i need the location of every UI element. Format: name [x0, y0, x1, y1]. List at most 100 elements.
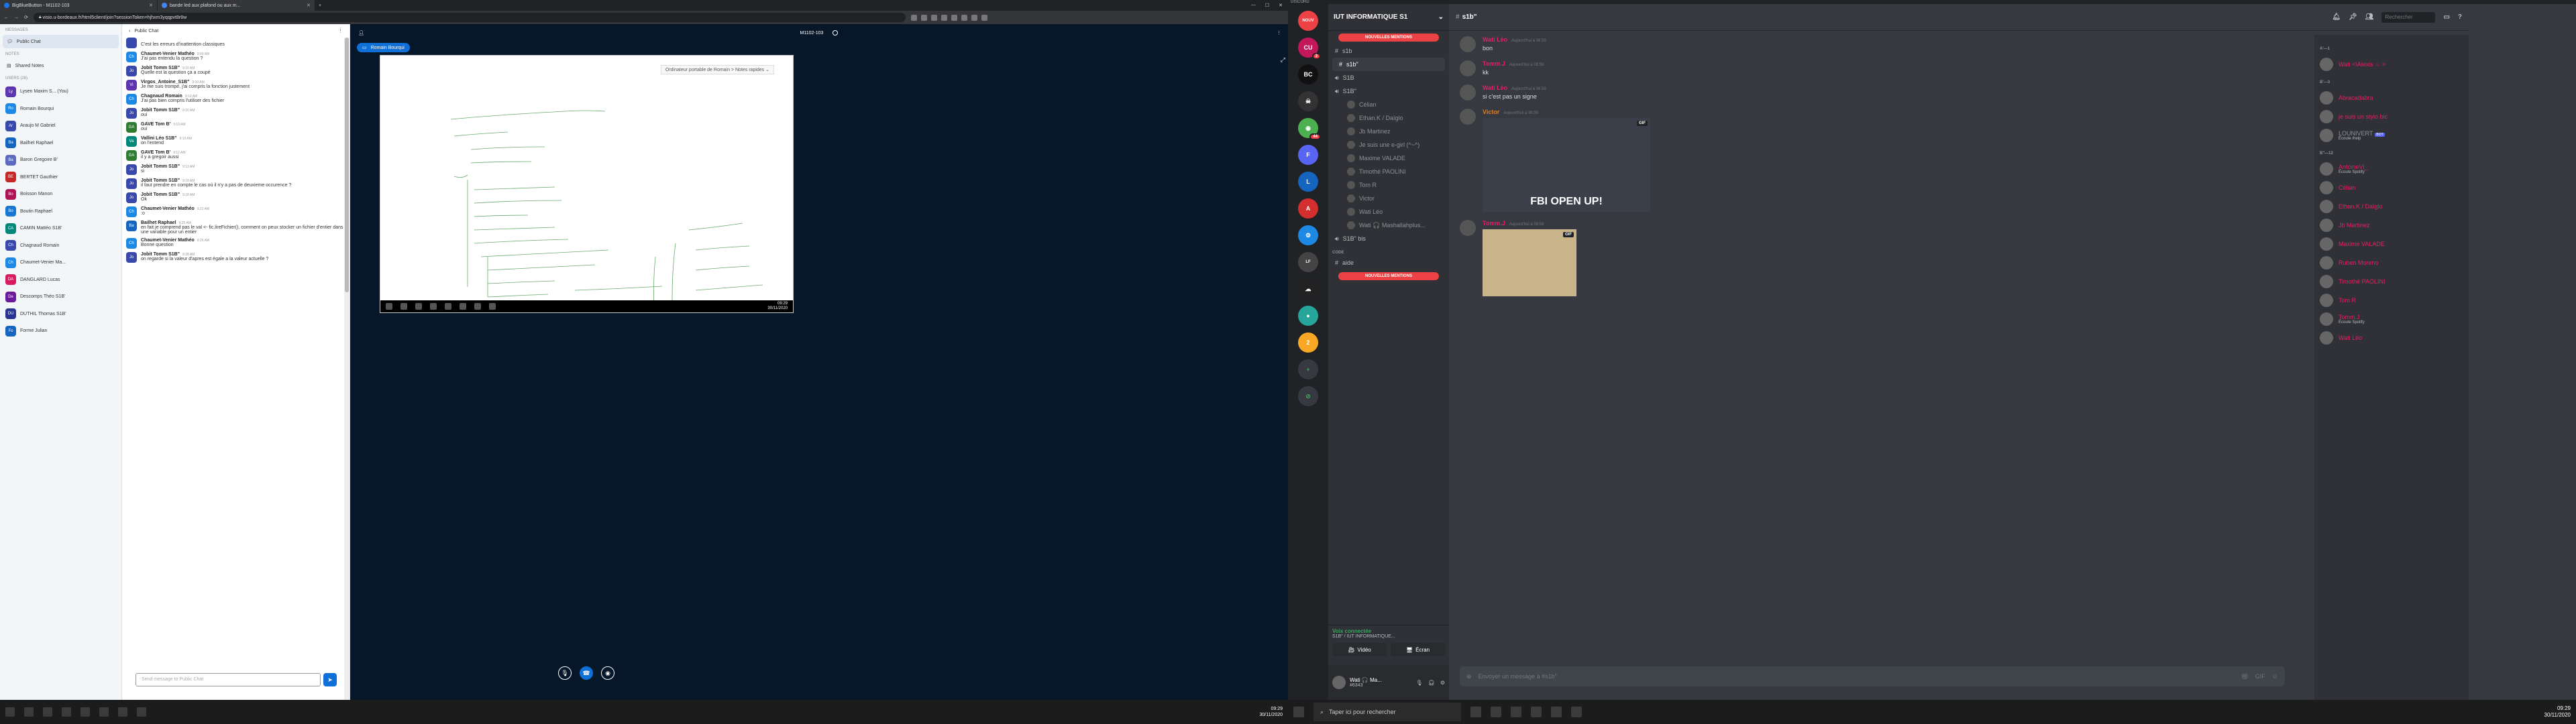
- member-item[interactable]: Ethan.K / Daïglo: [2320, 197, 2463, 216]
- user-icon[interactable]: 👤︎: [358, 30, 364, 36]
- avatar[interactable]: [1460, 60, 1476, 76]
- fullscreen-icon[interactable]: ⤢: [1281, 56, 1285, 64]
- channel-aide[interactable]: # aide: [1328, 256, 1449, 269]
- user-list-item[interactable]: BE BERTET Gauthier: [0, 169, 121, 186]
- user-list-item[interactable]: Ch Chagnaud Romain: [0, 237, 121, 255]
- server-icon[interactable]: ☁: [1298, 279, 1318, 299]
- member-item[interactable]: Timothé PAOLINI: [2320, 272, 2463, 291]
- author-name[interactable]: Wati Léo: [1483, 84, 1507, 91]
- send-button[interactable]: ➤: [323, 673, 337, 686]
- member-item[interactable]: AntoineVi_ Écoute Spotify: [2320, 160, 2463, 178]
- app-icon[interactable]: [1571, 707, 1582, 717]
- task-view-icon[interactable]: [43, 707, 52, 717]
- author-name[interactable]: Tomm.J: [1483, 220, 1505, 227]
- headphones-icon[interactable]: 🎧︎: [1428, 680, 1435, 686]
- avatar[interactable]: [1460, 220, 1476, 236]
- leave-audio-button[interactable]: ☎︎: [580, 666, 593, 680]
- member-item[interactable]: Jb Martinez: [2320, 216, 2463, 235]
- avatar[interactable]: [1460, 36, 1476, 52]
- extension-icon[interactable]: [941, 14, 947, 21]
- voice-user[interactable]: Wati Léo: [1328, 205, 1449, 219]
- task-view-icon[interactable]: [1491, 707, 1501, 717]
- hide-chat-icon[interactable]: ‹: [129, 29, 130, 34]
- store-icon[interactable]: [1551, 707, 1562, 717]
- avatar[interactable]: [1460, 84, 1476, 101]
- user-list-item[interactable]: DU DUTHIL Thomas S1B': [0, 306, 121, 323]
- voice-server-label[interactable]: S1B" / IUT INFORMATIQUE...: [1332, 634, 1445, 639]
- server-icon[interactable]: LF: [1298, 252, 1318, 272]
- system-clock[interactable]: 09:29 30/11/2020: [2544, 705, 2571, 719]
- screen-button[interactable]: 🖥︎ Écran: [1391, 643, 1445, 656]
- chrome-icon[interactable]: [1511, 707, 1521, 717]
- avatar[interactable]: [1332, 676, 1346, 689]
- voice-user[interactable]: Victor: [1328, 192, 1449, 205]
- members-icon[interactable]: 👥︎: [2365, 13, 2374, 21]
- explore-servers-icon[interactable]: ⊘: [1298, 386, 1318, 406]
- user-list-item[interactable]: Ar Araujo M Gabriel: [0, 117, 121, 135]
- message-composer[interactable]: ⊕ Envoyer un message à #s1b" 🎁︎ GIF ☺: [1460, 666, 2285, 686]
- new-mentions-banner-bottom[interactable]: NOUVELLES MENTIONS: [1338, 272, 1439, 280]
- author-name[interactable]: Wati Léo: [1483, 36, 1507, 43]
- server-icon[interactable]: A: [1298, 198, 1318, 219]
- new-tab-icon[interactable]: +: [315, 3, 325, 8]
- mute-microphone-button[interactable]: 🎙︎: [558, 666, 572, 680]
- record-icon[interactable]: [833, 30, 839, 36]
- browser-tab-bbb[interactable]: BigBlueButton - M1102-103 ✕: [0, 0, 158, 11]
- explorer-icon[interactable]: [80, 707, 90, 717]
- search-icon[interactable]: [24, 707, 34, 717]
- user-list-item[interactable]: Ba Baron Gregoire B': [0, 152, 121, 169]
- voice-user[interactable]: Célian: [1328, 98, 1449, 111]
- microphone-icon[interactable]: 🎙︎: [1416, 680, 1423, 686]
- extension-icon[interactable]: [951, 14, 957, 21]
- user-list-item[interactable]: Ro Romain Bourqui: [0, 101, 121, 118]
- server-icon[interactable]: ☠: [1298, 91, 1318, 111]
- server-icon[interactable]: BC: [1298, 64, 1318, 84]
- member-item[interactable]: Ruben Moreno: [2320, 253, 2463, 272]
- voice-channel-S1B-quote[interactable]: 🔊︎ S1B": [1328, 84, 1449, 98]
- user-list-item[interactable]: Bo Boutin Raphael: [0, 203, 121, 221]
- gif-embed[interactable]: FBI OPEN UP! GIF: [1483, 118, 1650, 212]
- author-name[interactable]: Tomm.J: [1483, 60, 1505, 67]
- server-icon[interactable]: ◉ 44: [1298, 118, 1321, 140]
- forward-icon[interactable]: →: [14, 15, 19, 20]
- system-clock[interactable]: 09:29 30/11/2020: [1259, 706, 1283, 718]
- channel-s1b[interactable]: # s1b: [1328, 44, 1449, 58]
- bell-icon[interactable]: 🔔︎: [2332, 13, 2341, 21]
- attach-plus-icon[interactable]: ⊕: [1466, 673, 1472, 680]
- server-icon[interactable]: 2: [1298, 333, 1318, 353]
- taskbar-search[interactable]: ⌕ Taper ici pour rechercher: [1313, 703, 1461, 721]
- reload-icon[interactable]: ⟳: [24, 15, 28, 20]
- voice-user[interactable]: Ethan.K / Daïglo: [1328, 111, 1449, 125]
- browser-tab-led[interactable]: bande led aux plafond ou aux m... ✕: [158, 0, 315, 11]
- gif-icon[interactable]: GIF: [2255, 673, 2265, 680]
- category-code[interactable]: CODE: [1328, 245, 1449, 256]
- pin-icon[interactable]: 📌︎: [2349, 13, 2357, 21]
- user-list-item[interactable]: Bo Boisson Manon: [0, 186, 121, 203]
- new-mentions-banner[interactable]: NOUVELLES MENTIONS: [1338, 34, 1439, 42]
- user-list-item[interactable]: DA DANGLARD Lucas: [0, 272, 121, 289]
- app-icon[interactable]: [137, 707, 146, 717]
- inbox-icon[interactable]: ▭: [2443, 13, 2449, 21]
- app-icon[interactable]: [118, 707, 127, 717]
- server-icon[interactable]: ⚙: [1298, 225, 1318, 245]
- voice-channel-S1B[interactable]: 🔊︎ S1B: [1328, 71, 1449, 84]
- member-item[interactable]: Tom R: [2320, 291, 2463, 310]
- explorer-icon[interactable]: [1531, 707, 1542, 717]
- close-tab-icon[interactable]: ✕: [149, 3, 153, 8]
- voice-user[interactable]: Timothé PAOLINI: [1328, 165, 1449, 178]
- public-chat-item[interactable]: 💬︎ Public Chat: [3, 35, 119, 48]
- help-icon[interactable]: ?: [2458, 13, 2462, 21]
- server-icon[interactable]: F: [1298, 145, 1318, 165]
- extension-icon[interactable]: [920, 14, 927, 21]
- url-bar[interactable]: 🔒︎ visio.u-bordeaux.fr/html5client/join?…: [33, 13, 906, 22]
- chat-input[interactable]: Send message to Public Chat: [136, 673, 321, 686]
- member-item[interactable]: Wati <\Alexis ♤ >: [2320, 55, 2463, 74]
- maximize-icon[interactable]: ☐: [1265, 3, 1269, 8]
- star-icon[interactable]: [910, 14, 917, 21]
- avatar[interactable]: [1460, 109, 1476, 125]
- windows-start-icon[interactable]: [5, 707, 15, 717]
- add-server-icon[interactable]: +: [1298, 359, 1318, 379]
- back-icon[interactable]: ←: [4, 15, 9, 20]
- menu-icon[interactable]: [981, 14, 987, 21]
- member-item[interactable]: Maxime VALADE: [2320, 235, 2463, 253]
